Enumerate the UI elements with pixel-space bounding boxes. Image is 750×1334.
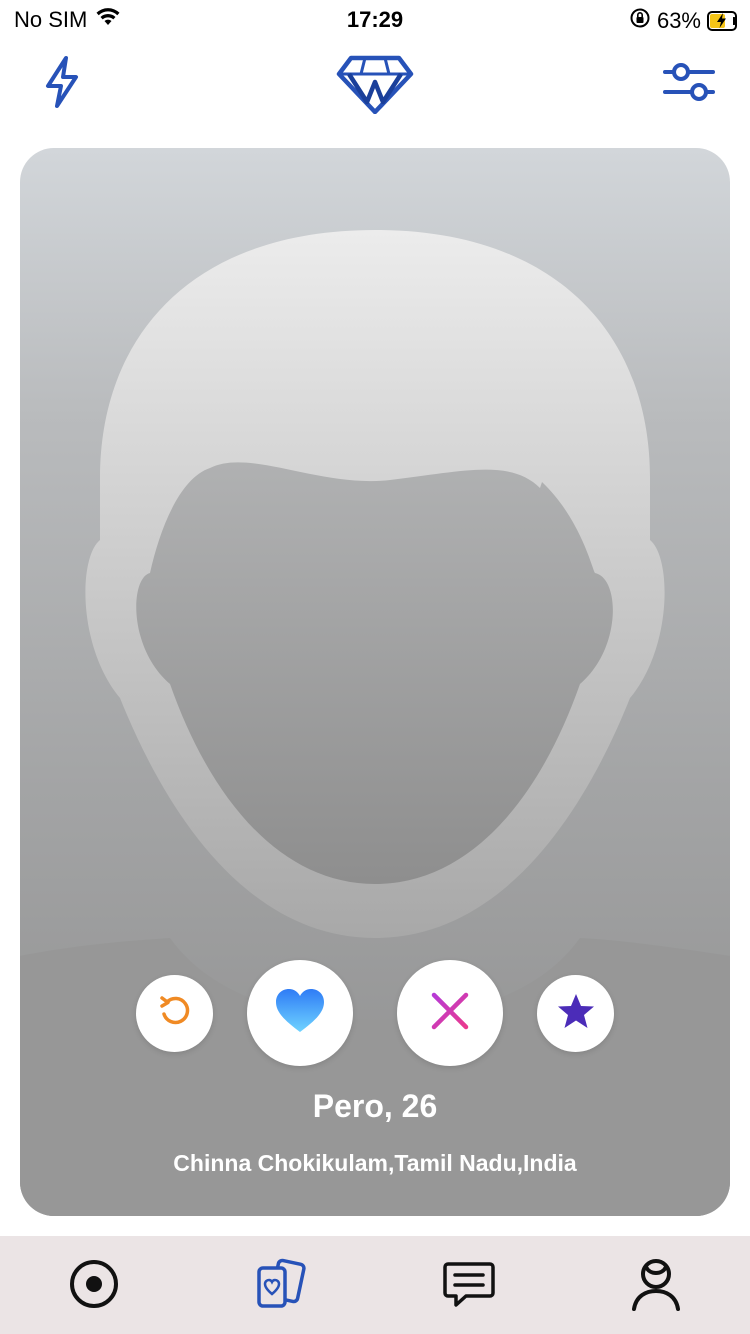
battery-body [707,11,737,31]
close-icon [430,991,470,1036]
logo-button[interactable] [334,52,416,118]
record-icon [68,1258,120,1315]
tab-cards[interactable] [250,1256,310,1316]
filters-button[interactable] [656,56,722,112]
profile-location: Chinna Chokikulam,Tamil Nadu,India [173,1150,577,1176]
profile-icon [629,1256,683,1317]
chat-icon [442,1260,496,1313]
charging-bolt-icon [717,13,726,28]
cards-icon [253,1258,307,1315]
sliders-icon [661,58,717,111]
heart-icon [274,988,326,1039]
rewind-icon [157,993,193,1034]
star-icon [557,993,595,1034]
dislike-button[interactable] [397,960,503,1066]
lightning-icon [42,55,82,114]
profile-name-age: Pero, 26 [312,1088,438,1124]
tab-messages[interactable] [439,1256,499,1316]
tab-profile[interactable] [626,1256,686,1316]
battery-percent: 63% [656,8,701,33]
like-button[interactable] [247,960,353,1066]
bottom-tab-bar [0,1236,750,1334]
profile-card[interactable]: Pero, 26 Chinna Chokikulam,Tamil Nadu,In… [20,148,730,1216]
top-nav [0,48,750,128]
battery-icon [707,11,737,31]
orientation-lock-icon [629,7,651,35]
action-buttons [20,960,730,1066]
boost-button[interactable] [34,54,90,114]
status-bar: No SIM 17:29 63% [0,0,750,40]
diamond-logo-icon [335,52,415,119]
status-right: 63% [629,7,737,35]
rewind-button[interactable] [136,975,213,1052]
tab-discover[interactable] [64,1256,124,1316]
super-like-button[interactable] [537,975,614,1052]
